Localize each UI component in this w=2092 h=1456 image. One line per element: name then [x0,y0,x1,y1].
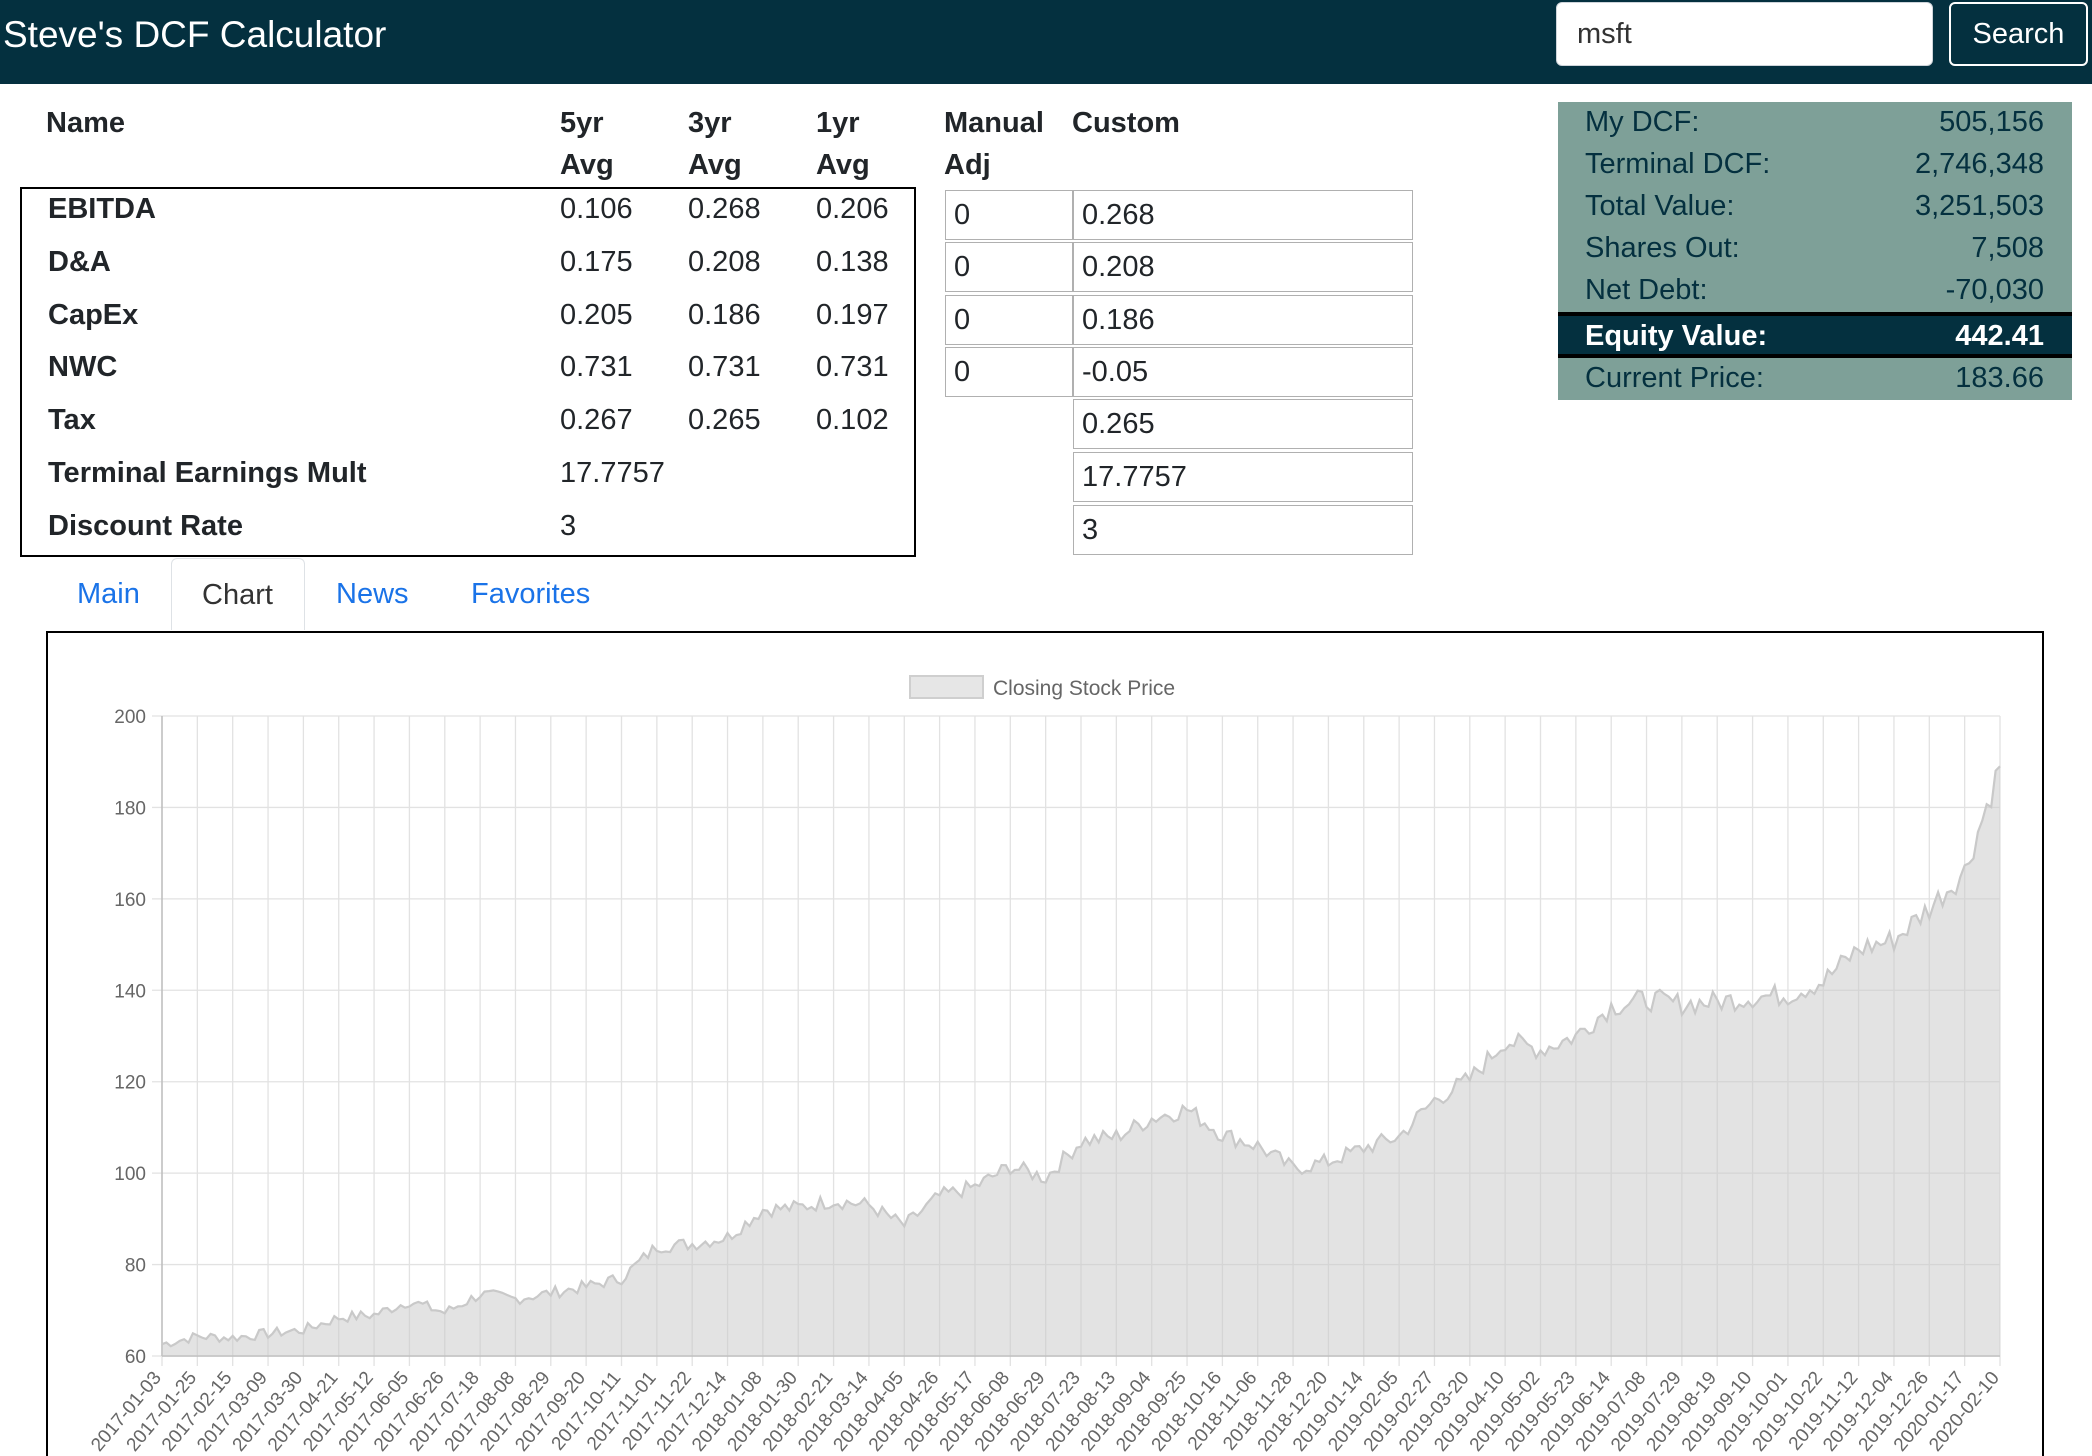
y-tick-label: 120 [114,1073,146,1094]
row-name-ebitda: EBITDA [48,193,156,225]
summary-label: Current Price: [1585,362,1764,394]
summary-row-net-debt: Net Debt: -70,030 [1558,270,2072,312]
summary-row-current-price: Current Price: 183.66 [1558,358,2072,400]
manual-adj-input-da[interactable] [945,242,1073,292]
custom-input-capex[interactable] [1073,295,1413,345]
summary-row-my-dcf: My DCF: 505,156 [1558,102,2072,144]
summary-label: Equity Value: [1585,320,1768,352]
column-header-5yr-line2: Avg [560,149,614,181]
custom-input-discount-rate[interactable] [1073,505,1413,555]
column-header-5yr: 5yr Avg [560,102,614,186]
cell-1yr: 0.138 [816,246,889,278]
summary-value: 183.66 [1955,362,2044,394]
manual-adj-input-nwc[interactable] [945,347,1073,397]
cell-3yr: 0.731 [688,351,761,383]
row-name-capex: CapEx [48,299,139,331]
summary-value: 442.41 [1955,320,2044,352]
column-header-manual-line1: Manual [944,107,1044,139]
column-header-name: Name [46,107,125,139]
cell-5yr: 3 [560,510,577,542]
cell-1yr: 0.197 [816,299,889,331]
y-tick-label: 80 [125,1256,146,1277]
cell-5yr: 0.731 [560,351,633,383]
cell-3yr: 0.265 [688,404,761,436]
legend-label: Closing Stock Price [993,677,1175,700]
column-header-1yr-line2: Avg [816,149,870,181]
cell-3yr: 0.186 [688,299,761,331]
y-tick-label: 140 [114,981,146,1002]
custom-input-da[interactable] [1073,242,1413,292]
column-header-manual-line2: Adj [944,149,991,181]
y-tick-label: 200 [114,707,146,728]
tab-favorites[interactable]: Favorites [471,558,611,630]
cell-1yr: 0.102 [816,404,889,436]
chart-canvas: 20018016014012010080602017-01-032017-01-… [87,675,2004,1456]
column-header-1yr-line1: 1yr [816,107,860,139]
summary-value: -70,030 [1945,274,2044,306]
summary-label: My DCF: [1585,106,1700,138]
row-name-tax: Tax [48,404,96,436]
summary-label: Total Value: [1585,190,1735,222]
valuation-summary: My DCF: 505,156 Terminal DCF: 2,746,348 … [1558,102,2072,400]
y-tick-label: 60 [125,1347,146,1368]
custom-input-tax[interactable] [1073,399,1413,449]
app-title: Steve's DCF Calculator [3,14,387,55]
stock-price-chart: 200 180 160 140 120 100 80 60 2017-01-03 2017-01-… [46,631,2044,1456]
custom-input-ebitda[interactable] [1073,190,1413,240]
column-header-3yr-line1: 3yr [688,107,732,139]
ticker-search-input[interactable] [1556,2,1933,66]
cell-1yr: 0.206 [816,193,889,225]
cell-5yr: 0.175 [560,246,633,278]
tab-main[interactable]: Main [77,558,177,630]
summary-label: Net Debt: [1585,274,1708,306]
cell-5yr: 0.205 [560,299,633,331]
column-header-5yr-line1: 5yr [560,107,604,139]
navbar: Steve's DCF Calculator Search [0,0,2092,84]
summary-value: 7,508 [1971,232,2044,264]
column-header-custom: Custom [1072,107,1180,139]
y-tick-label: 180 [114,798,146,819]
search-button[interactable]: Search [1949,2,2088,66]
summary-label: Shares Out: [1585,232,1740,264]
tab-chart[interactable]: Chart [171,558,305,630]
row-name-discount-rate: Discount Rate [48,510,243,542]
summary-value: 505,156 [1939,106,2044,138]
ratios-table [20,187,916,557]
y-tick-label: 160 [114,890,146,911]
summary-row-total-value: Total Value: 3,251,503 [1558,186,2072,228]
cell-5yr: 0.267 [560,404,633,436]
row-name-terminal-mult: Terminal Earnings Mult [48,457,367,489]
cell-1yr: 0.731 [816,351,889,383]
row-name-da: D&A [48,246,111,278]
custom-input-nwc[interactable] [1073,347,1413,397]
manual-adj-input-capex[interactable] [945,295,1073,345]
cell-3yr: 0.208 [688,246,761,278]
column-header-3yr-line2: Avg [688,149,742,181]
legend-swatch [909,675,984,699]
cell-3yr: 0.268 [688,193,761,225]
tab-news[interactable]: News [336,558,436,630]
summary-value: 2,746,348 [1914,148,2044,180]
manual-adj-input-ebitda[interactable] [945,190,1073,240]
summary-row-equity-value: Equity Value: 442.41 [1558,312,2072,358]
summary-label: Terminal DCF: [1585,148,1771,180]
column-header-3yr: 3yr Avg [688,102,742,186]
column-header-1yr: 1yr Avg [816,102,870,186]
summary-value: 3,251,503 [1914,190,2044,222]
summary-row-shares-out: Shares Out: 7,508 [1558,228,2072,270]
row-name-nwc: NWC [48,351,118,383]
cell-5yr: 17.7757 [560,457,665,489]
custom-input-terminal-mult[interactable] [1073,452,1413,502]
cell-5yr: 0.106 [560,193,633,225]
column-header-manual-adj: Manual Adj [944,102,1044,186]
y-tick-label: 100 [114,1164,146,1185]
summary-row-terminal-dcf: Terminal DCF: 2,746,348 [1558,144,2072,186]
